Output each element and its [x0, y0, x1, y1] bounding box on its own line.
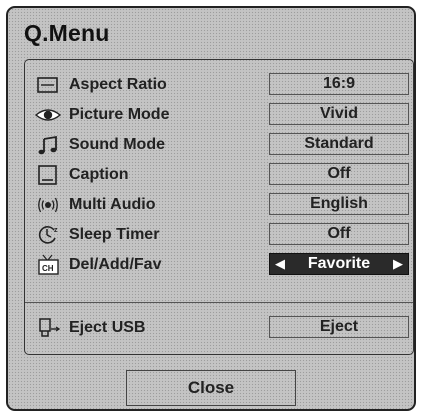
- svg-text:z: z: [54, 227, 58, 234]
- arrow-right-icon[interactable]: ▶: [393, 254, 403, 273]
- menu-item-label: Eject USB: [69, 319, 146, 336]
- picture-mode-value[interactable]: Vivid: [269, 103, 409, 125]
- menu-item-aspect-ratio[interactable]: Aspect Ratio 16:9: [25, 72, 413, 98]
- aspect-ratio-icon: [35, 74, 61, 96]
- svg-text:CH: CH: [42, 264, 54, 273]
- menu-item-label: Caption: [69, 166, 129, 183]
- menu-item-sound-mode[interactable]: Sound Mode Standard: [25, 132, 413, 158]
- sound-mode-value[interactable]: Standard: [269, 133, 409, 155]
- menu-item-eject-usb[interactable]: Eject USB Eject: [25, 315, 413, 341]
- channel-icon: CH: [35, 254, 61, 276]
- q-menu-panel: Q.Menu Aspect Ratio 16:9 Picture Mode Vi…: [6, 6, 416, 411]
- caption-value[interactable]: Off: [269, 163, 409, 185]
- eject-button[interactable]: Eject: [269, 316, 409, 338]
- multi-audio-value[interactable]: English: [269, 193, 409, 215]
- menu-item-label: Sound Mode: [69, 136, 165, 153]
- menu-item-sleep-timer[interactable]: z Sleep Timer Off: [25, 222, 413, 248]
- close-button[interactable]: Close: [126, 370, 296, 406]
- menu-item-label: Sleep Timer: [69, 226, 160, 243]
- menu-item-label: Picture Mode: [69, 106, 170, 123]
- arrow-left-icon[interactable]: ◀: [275, 254, 285, 273]
- menu-item-label: Aspect Ratio: [69, 76, 167, 93]
- menu-item-label: Multi Audio: [69, 196, 156, 213]
- menu-list: Aspect Ratio 16:9 Picture Mode Vivid Sou…: [24, 59, 414, 355]
- aspect-ratio-value[interactable]: 16:9: [269, 73, 409, 95]
- menu-item-del-add-fav[interactable]: CH Del/Add/Fav ◀ Favorite ▶: [25, 252, 413, 278]
- eye-icon: [35, 104, 61, 126]
- menu-item-caption[interactable]: Caption Off: [25, 162, 413, 188]
- menu-title: Q.Menu: [24, 20, 110, 46]
- caption-icon: [35, 164, 61, 186]
- del-add-fav-selector[interactable]: ◀ Favorite ▶: [269, 253, 409, 275]
- audio-waves-icon: [35, 194, 61, 216]
- menu-item-multi-audio[interactable]: Multi Audio English: [25, 192, 413, 218]
- clock-icon: z: [35, 224, 61, 246]
- menu-item-picture-mode[interactable]: Picture Mode Vivid: [25, 102, 413, 128]
- del-add-fav-value: Favorite: [307, 255, 371, 272]
- sleep-timer-value[interactable]: Off: [269, 223, 409, 245]
- menu-item-label: Del/Add/Fav: [69, 256, 162, 273]
- usb-icon: [35, 317, 61, 339]
- divider: [25, 302, 413, 303]
- music-note-icon: [35, 134, 61, 156]
